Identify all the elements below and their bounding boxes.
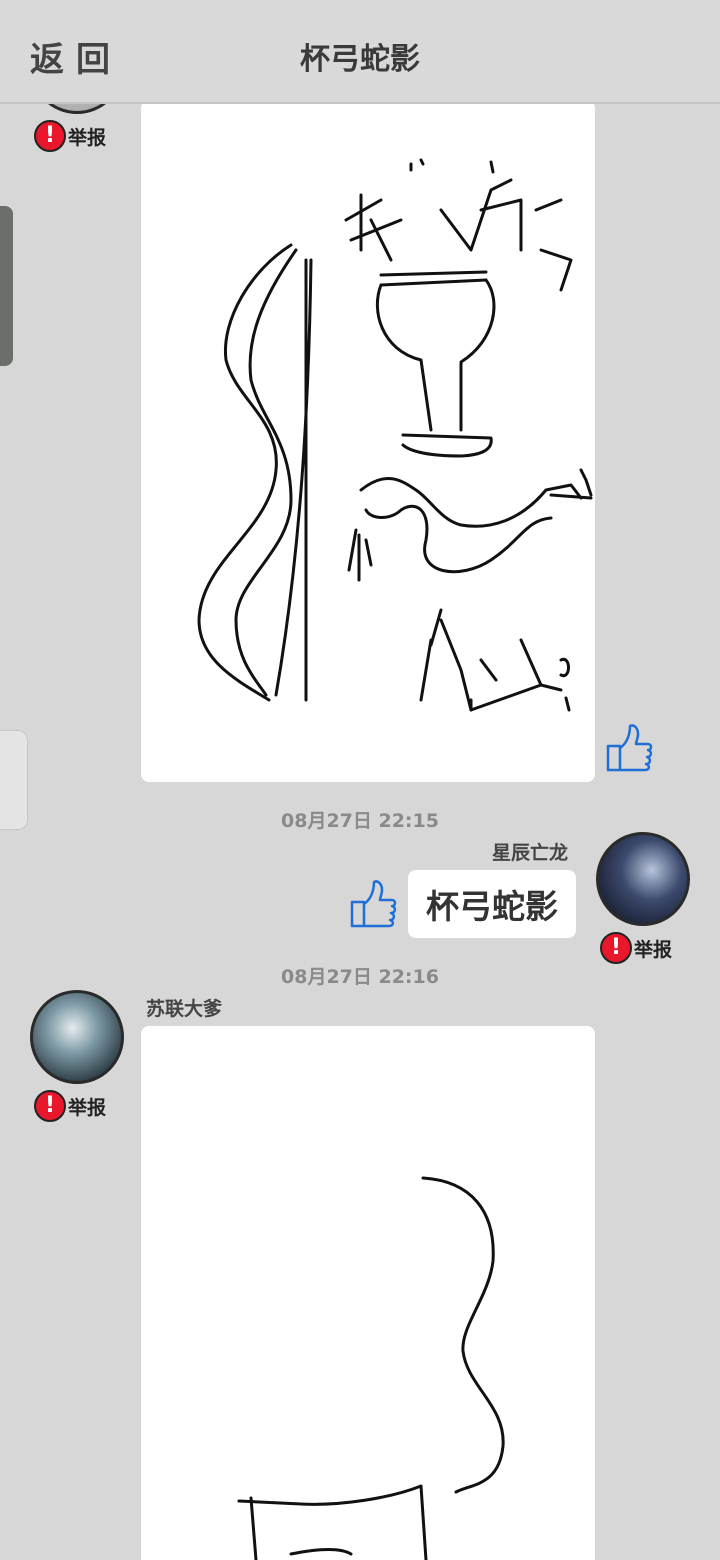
side-drawer-handle[interactable] [0, 206, 13, 366]
message-bubble[interactable]: 杯弓蛇影 [408, 870, 576, 938]
drawing-card[interactable] [141, 1026, 595, 1560]
thumbs-up-icon[interactable] [602, 720, 654, 776]
report-label: 举报 [634, 938, 673, 961]
report-button[interactable]: ! 举报 [34, 1090, 106, 1122]
drawing-card[interactable] [141, 100, 595, 782]
drawing-canvas [237, 1176, 505, 1560]
exclamation-circle-icon: ! [600, 932, 632, 964]
report-label: 举报 [68, 126, 107, 149]
message-timestamp: 08月27日 22:16 [281, 966, 439, 988]
exclamation-circle-icon: ! [34, 120, 66, 152]
avatar[interactable] [596, 832, 690, 926]
drawing-canvas [197, 158, 593, 712]
report-button[interactable]: ! 举报 [34, 120, 106, 152]
username: 星辰亡龙 [492, 842, 569, 864]
report-label: 举报 [68, 1096, 107, 1119]
message-timestamp: 08月27日 22:15 [281, 810, 439, 832]
avatar[interactable] [30, 990, 124, 1084]
page-title: 杯弓蛇影 [300, 42, 420, 77]
thumbs-up-icon[interactable] [346, 876, 398, 932]
exclamation-circle-icon: ! [34, 1090, 66, 1122]
username: 苏联大爹 [146, 998, 223, 1020]
top-bar: 返回 杯弓蛇影 [0, 0, 720, 104]
report-button[interactable]: ! 举报 [600, 932, 672, 964]
